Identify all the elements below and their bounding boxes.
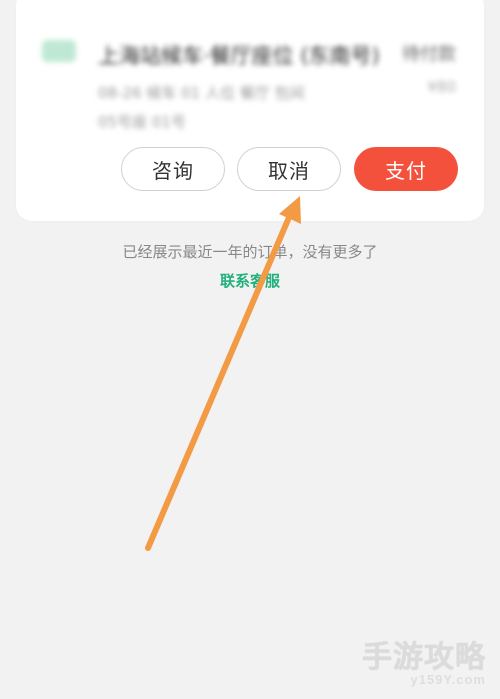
contact-support-link[interactable]: 联系客服 bbox=[0, 270, 500, 291]
cancel-button[interactable]: 取消 bbox=[237, 147, 341, 191]
order-meta: 05号座 01号 bbox=[98, 113, 186, 131]
service-icon bbox=[42, 40, 76, 62]
order-detail: 08-26 候车 01 人位 餐厅 包间 bbox=[98, 84, 305, 102]
order-status: 待付款 bbox=[402, 44, 456, 65]
history-end-note: 已经展示最近一年的订单，没有更多了 bbox=[122, 243, 378, 261]
site-watermark: 手游攻略 y159Y.com bbox=[362, 632, 486, 687]
order-title: 上海站候车·餐厅座位 (东南号) bbox=[98, 44, 380, 68]
watermark-brand: 手游攻略 bbox=[362, 641, 486, 674]
watermark-site: y159Y.com bbox=[410, 672, 486, 687]
order-price: ¥80 bbox=[427, 78, 456, 96]
order-card[interactable]: 上海站候车·餐厅座位 (东南号) 待付款 08-26 候车 01 人位 餐厅 包… bbox=[16, 0, 484, 221]
pay-button[interactable]: 支付 bbox=[354, 147, 458, 191]
consult-button[interactable]: 咨询 bbox=[121, 147, 225, 191]
